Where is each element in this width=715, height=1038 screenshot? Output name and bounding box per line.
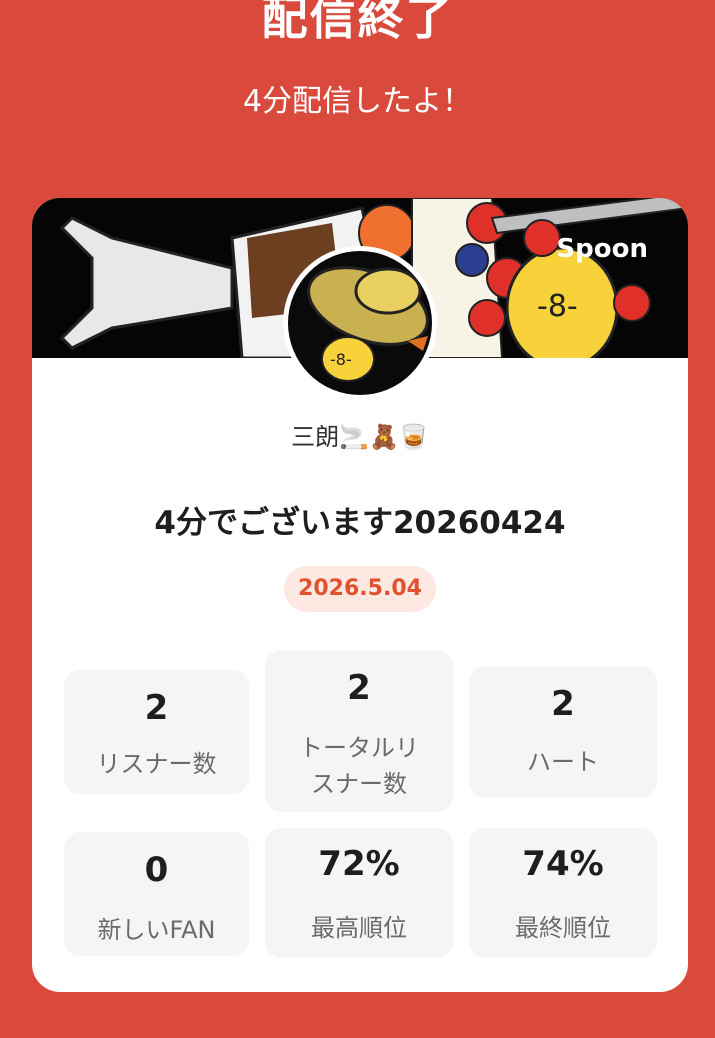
stat-total-listeners: 2 トータルリ スナー数 — [265, 650, 453, 812]
spoon-logo: Spoon — [556, 234, 648, 264]
avatar[interactable]: -8- — [283, 246, 437, 400]
stat-value: 2 — [347, 668, 371, 708]
stat-value: 2 — [551, 684, 575, 724]
date-badge: 2026.5.04 — [284, 566, 436, 612]
stream-title: 4分でございます20260424 — [154, 505, 566, 541]
stat-highest-rank: 72% 最高順位 — [265, 828, 453, 958]
stat-new-fans: 0 新しいFAN — [64, 832, 249, 956]
page-title: 配信終了 — [261, 0, 454, 45]
page-subtitle: 4分配信したよ！ — [242, 84, 473, 119]
svg-text:-8-: -8- — [330, 350, 352, 369]
stat-label: リスナー数 — [96, 750, 217, 778]
broadcast-summary-card: -8- Spoon -8- 三朗🚬🧸🥃 4分でございます20260424 202… — [32, 198, 688, 992]
stat-label: 新しいFAN — [97, 916, 216, 944]
stat-value: 74% — [522, 844, 604, 884]
stat-label-line1: トータルリ — [299, 734, 419, 762]
stat-value: 0 — [144, 850, 169, 890]
stat-hearts: 2 ハート — [469, 666, 657, 798]
stat-listeners: 2 リスナー数 — [64, 670, 249, 794]
user-nickname[interactable]: 三朗🚬🧸🥃 — [32, 420, 688, 454]
stat-value: 2 — [144, 688, 169, 728]
avatar-image: -8- — [288, 251, 432, 395]
stat-label: ハート — [527, 748, 599, 776]
stat-label: 最終順位 — [515, 914, 611, 942]
broadcast-end-screen: 配信終了 4分配信したよ！ -8- Spoon -8- 三朗🚬🧸🥃 4分でござい… — [0, 0, 715, 1038]
stat-final-rank: 74% 最終順位 — [469, 828, 657, 958]
stat-label-line2: スナー数 — [311, 770, 407, 798]
svg-text:-8-: -8- — [537, 289, 578, 324]
stat-label: 最高順位 — [311, 914, 407, 942]
stat-value: 72% — [318, 844, 400, 884]
